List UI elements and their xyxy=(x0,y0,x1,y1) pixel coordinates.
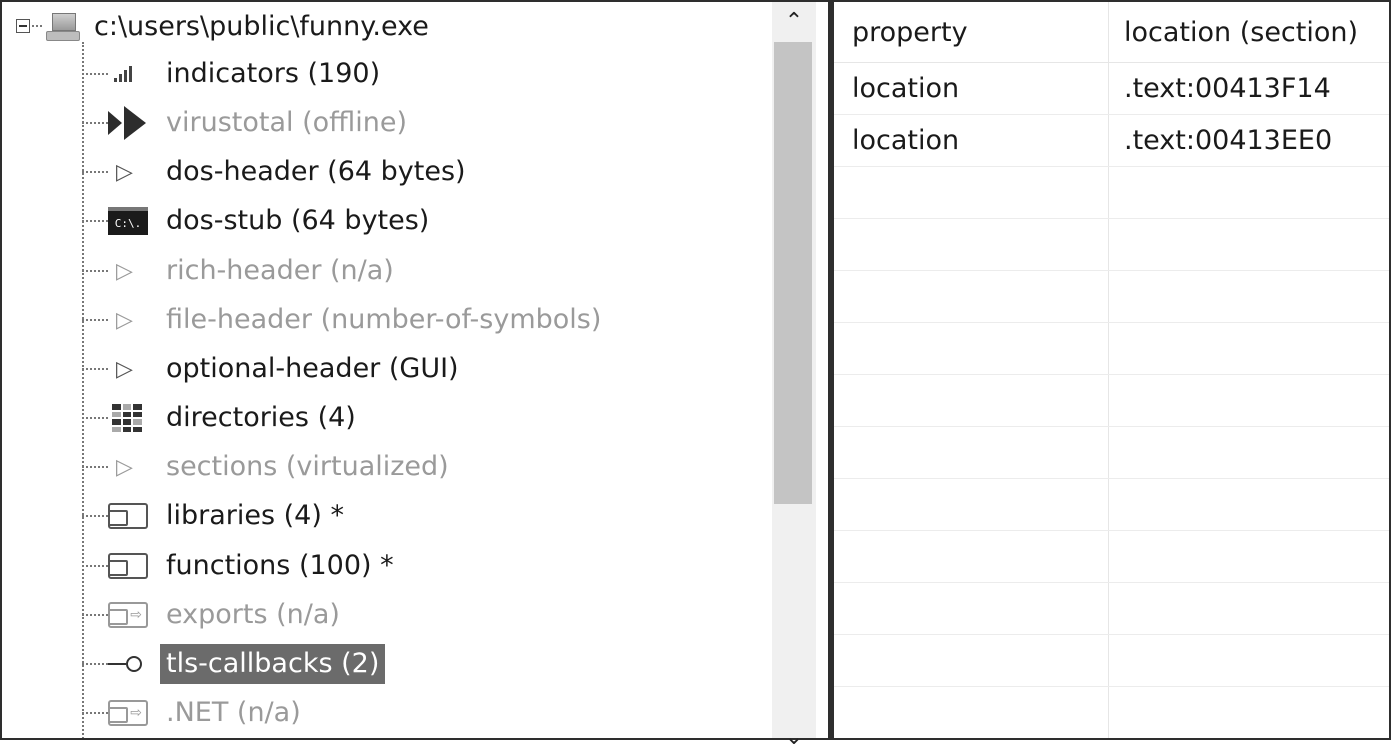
console-icon: C:\. xyxy=(108,207,148,235)
table-row-empty xyxy=(834,375,1389,427)
bar-chart-icon xyxy=(108,57,152,91)
tree-item-label: sections (virtualized) xyxy=(166,451,449,482)
export-icon: ⇨ xyxy=(108,700,148,726)
tree-item-label: rich-header (n/a) xyxy=(166,255,394,286)
tree-item-tls-callbacks[interactable]: tls-callbacks (2) xyxy=(82,640,386,688)
tree-item-label: libraries (4) * xyxy=(166,500,344,531)
scroll-up-icon[interactable]: ⌃ xyxy=(772,2,816,40)
tree-item-file-header[interactable]: ▷ file-header (number-of-symbols) xyxy=(82,296,607,344)
tree-item-dos-stub[interactable]: C:\. dos-stub (64 bytes) xyxy=(82,197,435,245)
tree-item-functions[interactable]: functions (100) * xyxy=(82,542,400,590)
tree-item-label: exports (n/a) xyxy=(166,599,340,630)
chevron-right-icon[interactable]: ▷ xyxy=(116,455,133,480)
cell-property: location xyxy=(852,125,960,156)
key-icon xyxy=(108,656,142,672)
tree-item-virustotal[interactable]: virustotal (offline) xyxy=(82,99,413,147)
table-row-empty xyxy=(834,531,1389,583)
tree-item-libraries[interactable]: libraries (4) * xyxy=(82,492,350,540)
export-icon: ⇨ xyxy=(108,602,148,628)
property-table: property location (section) location .te… xyxy=(834,2,1389,738)
table-row[interactable]: location .text:00413EE0 xyxy=(834,115,1389,167)
table-row-empty xyxy=(834,427,1389,479)
table-row-empty xyxy=(834,219,1389,271)
table-row-empty xyxy=(834,323,1389,375)
scroll-down-icon[interactable]: ⌄ xyxy=(772,718,816,756)
tree-item-dotnet[interactable]: ⇨ .NET (n/a) xyxy=(82,689,307,737)
tree-item-label: indicators (190) xyxy=(166,58,381,89)
collapse-toggle-icon[interactable] xyxy=(16,19,30,33)
virustotal-icon xyxy=(108,106,152,140)
import-icon xyxy=(108,503,148,529)
tree-item-label: optional-header (GUI) xyxy=(166,353,459,384)
tree-item-label: dos-header (64 bytes) xyxy=(166,156,466,187)
import-icon xyxy=(108,553,148,579)
table-header: property location (section) xyxy=(834,2,1389,63)
tree-item-dos-header[interactable]: ▷ dos-header (64 bytes) xyxy=(82,148,472,196)
tree-item-label: virustotal (offline) xyxy=(166,107,407,138)
tree-item-indicators[interactable]: indicators (190) xyxy=(82,50,386,98)
cell-property: location xyxy=(852,73,960,104)
chevron-right-icon[interactable]: ▷ xyxy=(116,259,133,284)
root-file-path: c:\users\public\funny.exe xyxy=(94,10,429,42)
tree-item-label: functions (100) * xyxy=(166,550,394,581)
table-row-empty xyxy=(834,167,1389,219)
tree-item-optional-header[interactable]: ▷ optional-header (GUI) xyxy=(82,345,465,393)
chevron-right-icon[interactable]: ▷ xyxy=(116,160,133,185)
scroll-thumb[interactable] xyxy=(774,42,812,504)
chevron-right-icon[interactable]: ▷ xyxy=(116,357,133,382)
tree-item-label: directories (4) xyxy=(166,402,356,433)
tree-item-sections[interactable]: ▷ sections (virtualized) xyxy=(82,443,455,491)
tree-item-rich-header[interactable]: ▷ rich-header (n/a) xyxy=(82,247,400,295)
table-row-empty xyxy=(834,583,1389,635)
grid-icon xyxy=(112,404,142,432)
tree-scrollbar[interactable]: ⌃ ⌄ xyxy=(772,2,816,750)
tree-item-directories[interactable]: directories (4) xyxy=(82,394,362,442)
cell-location: .text:00413F14 xyxy=(1124,73,1331,104)
column-header-property[interactable]: property xyxy=(852,2,968,62)
tree-item-exports[interactable]: ⇨ exports (n/a) xyxy=(82,591,346,639)
tree-connector xyxy=(32,25,42,27)
tree-item-label: file-header (number-of-symbols) xyxy=(166,304,602,335)
tree-pane[interactable]: c:\users\public\funny.exe indicators (19… xyxy=(2,2,772,738)
tree-root[interactable]: c:\users\public\funny.exe xyxy=(16,2,429,50)
table-row-empty xyxy=(834,479,1389,531)
table-row[interactable]: location .text:00413F14 xyxy=(834,63,1389,115)
column-header-location[interactable]: location (section) xyxy=(1124,2,1358,62)
table-row-empty xyxy=(834,271,1389,323)
table-row-empty xyxy=(834,635,1389,687)
tree-item-label: .NET (n/a) xyxy=(166,697,301,728)
tree-item-label: tls-callbacks (2) xyxy=(160,644,386,684)
table-row-empty xyxy=(834,687,1389,738)
chevron-right-icon[interactable]: ▷ xyxy=(116,308,133,333)
cell-location: .text:00413EE0 xyxy=(1124,125,1333,156)
computer-icon xyxy=(44,11,80,41)
tree-item-label: dos-stub (64 bytes) xyxy=(166,205,430,236)
